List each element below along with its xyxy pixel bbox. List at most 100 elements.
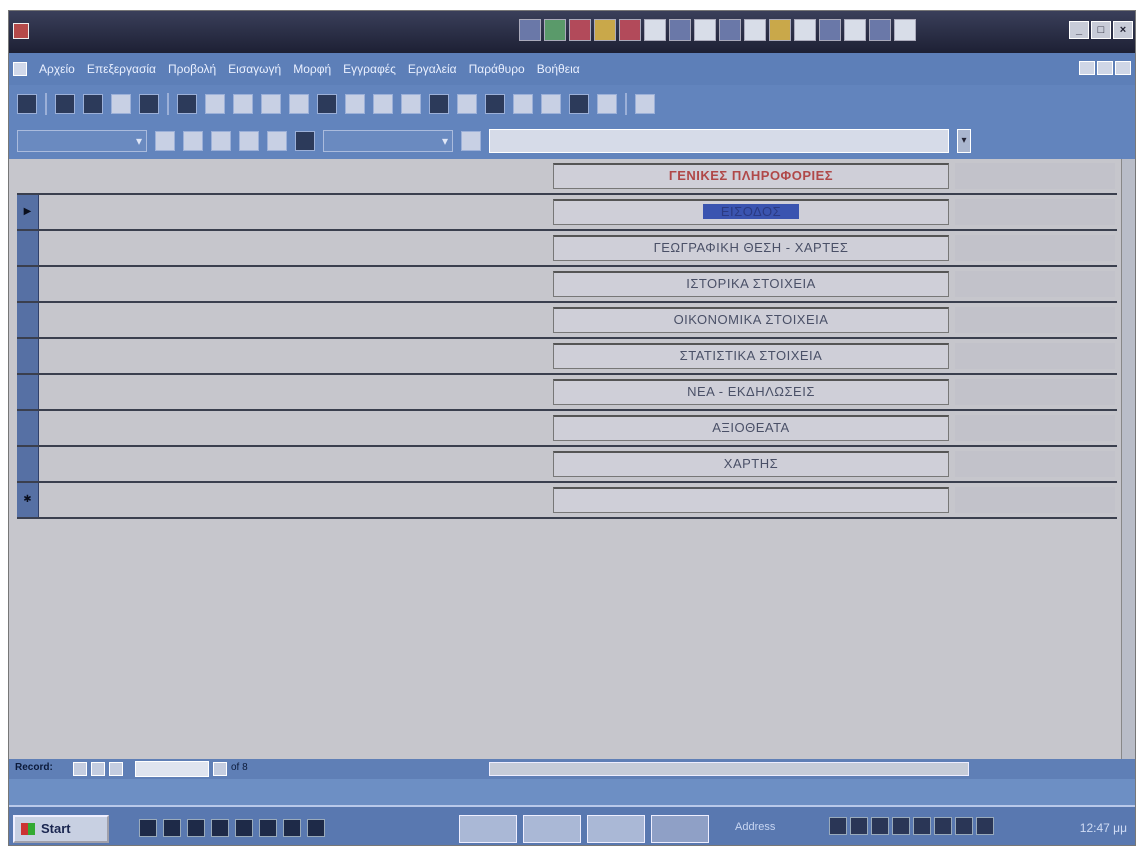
table-row[interactable]: ΙΣΤΟΡΙΚΑ ΣΤΟΙΧΕΙΑ	[17, 267, 1117, 303]
quick-launch-icon[interactable]	[669, 19, 691, 41]
maximize-button[interactable]: □	[1091, 21, 1111, 39]
quick-launch-icon[interactable]	[869, 19, 891, 41]
next-record-icon[interactable]	[109, 762, 123, 776]
table-row[interactable]: ΑΞΙΟΘΕΑΤΑ	[17, 411, 1117, 447]
app-icon[interactable]	[259, 819, 277, 837]
format-painter-icon[interactable]	[261, 94, 281, 114]
remove-filter-icon[interactable]	[457, 94, 477, 114]
menu-item-insert[interactable]: Εισαγωγή	[228, 62, 281, 76]
task-button[interactable]	[523, 815, 581, 843]
quick-launch-icon[interactable]	[794, 19, 816, 41]
quick-launch-icon[interactable]	[569, 19, 591, 41]
record-selector[interactable]	[17, 447, 39, 481]
app-icon[interactable]	[13, 23, 29, 39]
quick-launch-icon[interactable]	[694, 19, 716, 41]
table-row[interactable]: ▶ ΕΙΣΟΔΟΣ	[17, 195, 1117, 231]
menu-item-tools[interactable]: Εργαλεία	[408, 62, 457, 76]
address-field[interactable]	[489, 129, 949, 153]
first-record-icon[interactable]	[73, 762, 87, 776]
minimize-button[interactable]: _	[1069, 21, 1089, 39]
quick-launch-icon[interactable]	[819, 19, 841, 41]
document-icon[interactable]	[13, 62, 27, 76]
task-button[interactable]	[651, 815, 709, 843]
task-button[interactable]	[587, 815, 645, 843]
menu-option-button[interactable]	[553, 487, 949, 513]
database-window-icon[interactable]	[569, 94, 589, 114]
undo-icon[interactable]	[289, 94, 309, 114]
help-icon[interactable]	[635, 94, 655, 114]
quick-launch-icon[interactable]	[844, 19, 866, 41]
save-icon[interactable]	[55, 94, 75, 114]
menu-option-button[interactable]: ΝΕΑ - ΕΚΔΗΛΩΣΕΙΣ	[553, 379, 949, 405]
close-button[interactable]: ×	[1113, 21, 1133, 39]
quick-launch-icon[interactable]	[544, 19, 566, 41]
menu-option-button[interactable]: ΓΕΩΓΡΑΦΙΚΗ ΘΕΣΗ - ΧΑΡΤΕΣ	[553, 235, 949, 261]
cut-icon[interactable]	[177, 94, 197, 114]
insert-hyperlink-icon[interactable]	[317, 94, 337, 114]
menu-item-file[interactable]: Αρχείο	[39, 62, 75, 76]
stop-icon[interactable]	[211, 131, 231, 151]
doc-close-button[interactable]	[1115, 61, 1131, 75]
quick-launch-icon[interactable]	[594, 19, 616, 41]
desktop-icon[interactable]	[139, 819, 157, 837]
quick-launch-icon[interactable]	[769, 19, 791, 41]
menu-option-button[interactable]: ΧΑΡΤΗΣ	[553, 451, 949, 477]
tray-icon[interactable]	[829, 817, 847, 835]
address-dropdown-button[interactable]: ▾	[957, 129, 971, 153]
quick-launch-icon[interactable]	[519, 19, 541, 41]
menu-option-button[interactable]: ΣΤΑΤΙΣΤΙΚΑ ΣΤΟΙΧΕΙΑ	[553, 343, 949, 369]
menu-item-edit[interactable]: Επεξεργασία	[87, 62, 156, 76]
forward-icon[interactable]	[183, 131, 203, 151]
menu-option-button[interactable]: ΑΞΙΟΘΕΑΤΑ	[553, 415, 949, 441]
record-selector[interactable]	[17, 267, 39, 301]
menu-option-button[interactable]: ΕΙΣΟΔΟΣ	[553, 199, 949, 225]
record-selector[interactable]	[17, 231, 39, 265]
table-row[interactable]: ✱	[17, 483, 1117, 519]
object-selector[interactable]	[17, 130, 147, 152]
current-record-indicator-icon[interactable]: ▶	[17, 195, 39, 229]
record-selector[interactable]	[17, 375, 39, 409]
quick-launch-icon[interactable]	[619, 19, 641, 41]
quick-launch-icon[interactable]	[644, 19, 666, 41]
app-icon[interactable]	[307, 819, 325, 837]
browser-icon[interactable]	[187, 819, 205, 837]
record-number-field[interactable]	[135, 761, 209, 777]
menu-item-view[interactable]: Προβολή	[168, 62, 216, 76]
paste-icon[interactable]	[233, 94, 253, 114]
back-icon[interactable]	[155, 131, 175, 151]
table-row[interactable]: ΟΙΚΟΝΟΜΙΚΑ ΣΤΟΙΧΕΙΑ	[17, 303, 1117, 339]
sort-descending-icon[interactable]	[373, 94, 393, 114]
new-record-icon[interactable]: ✱	[17, 483, 39, 517]
tray-icon[interactable]	[934, 817, 952, 835]
record-selector[interactable]	[17, 411, 39, 445]
apply-filter-icon[interactable]	[429, 94, 449, 114]
new-object-icon[interactable]	[597, 94, 617, 114]
quick-launch-icon[interactable]	[894, 19, 916, 41]
menu-option-button[interactable]: ΙΣΤΟΡΙΚΑ ΣΤΟΙΧΕΙΑ	[553, 271, 949, 297]
tray-icon[interactable]	[892, 817, 910, 835]
print-icon[interactable]	[83, 94, 103, 114]
tray-icon[interactable]	[850, 817, 868, 835]
search-web-icon[interactable]	[295, 131, 315, 151]
copy-icon[interactable]	[205, 94, 225, 114]
favorites-dropdown[interactable]	[323, 130, 453, 152]
table-row[interactable]: ΝΕΑ - ΕΚΔΗΛΩΣΕΙΣ	[17, 375, 1117, 411]
filter-icon[interactable]	[401, 94, 421, 114]
refresh-icon[interactable]	[239, 131, 259, 151]
menu-item-format[interactable]: Μορφή	[293, 62, 331, 76]
menu-item-help[interactable]: Βοήθεια	[537, 62, 580, 76]
delete-record-icon[interactable]	[541, 94, 561, 114]
quick-launch-icon[interactable]	[719, 19, 741, 41]
task-button[interactable]	[459, 815, 517, 843]
tray-icon[interactable]	[976, 817, 994, 835]
view-icon[interactable]	[17, 94, 37, 114]
find-icon[interactable]	[485, 94, 505, 114]
home-icon[interactable]	[267, 131, 287, 151]
tray-icon[interactable]	[955, 817, 973, 835]
table-row[interactable]: ΧΑΡΤΗΣ	[17, 447, 1117, 483]
doc-minimize-button[interactable]	[1079, 61, 1095, 75]
print-preview-icon[interactable]	[111, 94, 131, 114]
horizontal-scrollbar[interactable]	[489, 762, 969, 776]
app-icon[interactable]	[235, 819, 253, 837]
new-record-icon[interactable]	[513, 94, 533, 114]
